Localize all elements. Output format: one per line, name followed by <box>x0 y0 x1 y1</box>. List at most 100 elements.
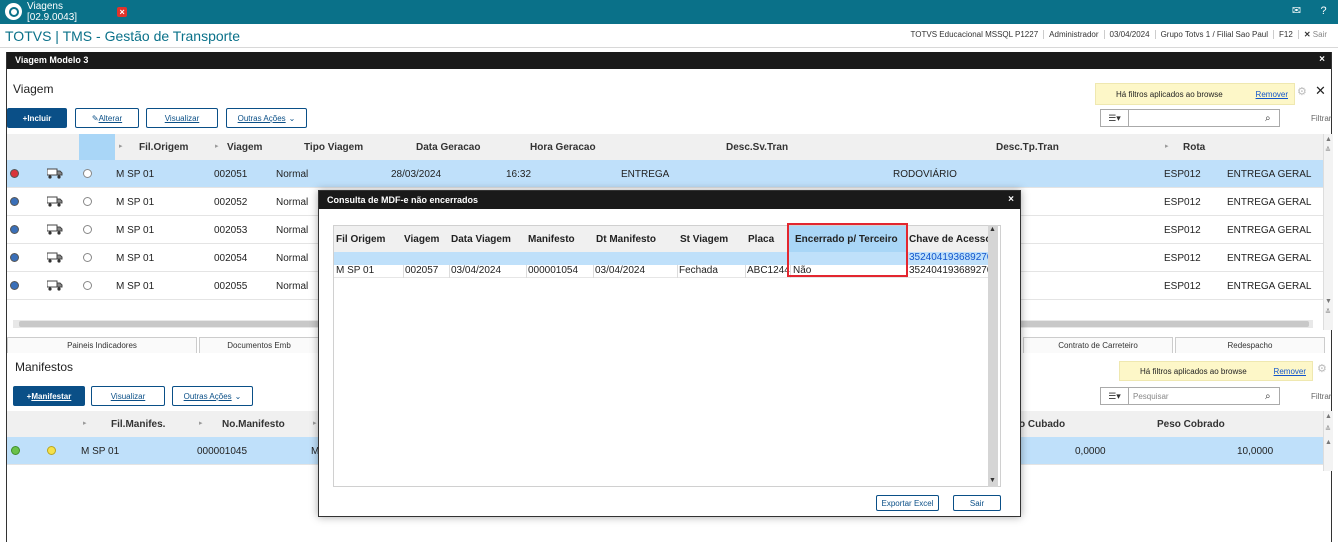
truck-icon <box>46 224 63 235</box>
col-fil-origem[interactable]: Fil.Origem <box>139 142 188 153</box>
sort-arrow-icon[interactable]: ▸ <box>215 142 219 150</box>
cell-rota-desc: ENTREGA GERAL <box>1227 225 1312 236</box>
col-placa[interactable]: Placa <box>748 234 774 245</box>
user-label[interactable]: Administrador <box>1043 30 1103 39</box>
status-legend-icon[interactable] <box>10 169 19 178</box>
alterar-button[interactable]: ✎ Alterar <box>75 108 139 128</box>
incluir-button[interactable]: + Incluir <box>7 108 67 128</box>
cell-peso-cobrado: 10,0000 <box>1237 446 1274 457</box>
col-peso-cubado[interactable]: o Cubado <box>1019 419 1065 430</box>
outras-acoes-label: Outras Ações <box>237 113 286 123</box>
tab-documentos-embarcados[interactable]: Documentos Emb <box>199 337 319 353</box>
col-viagem[interactable]: Viagem <box>227 142 262 153</box>
filtrar-label[interactable]: Filtrar <box>1311 114 1331 123</box>
table-row[interactable]: M SP 01 002051 Normal 28/03/2024 16:32 ENTREG… <box>7 160 1323 188</box>
remove-filter-link[interactable]: Remover <box>1274 367 1306 376</box>
close-section-icon[interactable]: ✕ <box>1315 83 1326 99</box>
remove-filter-link[interactable]: Remover <box>1256 90 1288 99</box>
manifestar-label: Manifestar <box>31 391 72 401</box>
sort-arrow-icon[interactable]: ▸ <box>199 419 203 427</box>
row-select-radio[interactable] <box>83 253 92 262</box>
row-select-radio[interactable] <box>83 281 92 290</box>
col-tipo-viagem[interactable]: Tipo Viagem <box>304 142 363 153</box>
status-legend-icon[interactable] <box>10 197 19 206</box>
manifestar-button[interactable]: + Manifestar <box>13 386 85 406</box>
row-select-radio[interactable] <box>83 197 92 206</box>
sort-arrow-icon[interactable]: ▸ <box>313 419 317 427</box>
sort-arrow-icon[interactable]: ▸ <box>119 142 123 150</box>
cell-fil-origem: M SP 01 <box>116 197 155 208</box>
status-legend-icon[interactable] <box>10 281 19 290</box>
col-hora-geracao[interactable]: Hora Geracao <box>530 142 596 153</box>
col-viagem[interactable]: Viagem <box>404 234 439 245</box>
col-dt-manifesto[interactable]: Dt Manifesto <box>596 234 656 245</box>
exportar-excel-button[interactable]: Exportar Excel <box>876 495 939 511</box>
search-icon[interactable]: ⌕ <box>1265 391 1279 402</box>
col-desc-sv-tran[interactable]: Desc.Sv.Tran <box>726 142 788 153</box>
col-rota[interactable]: Rota <box>1183 142 1205 153</box>
cell-hora-geracao: 16:32 <box>506 169 532 180</box>
select-all-column[interactable] <box>79 134 115 160</box>
col-data-geracao[interactable]: Data Geracao <box>416 142 480 153</box>
filtrar-label[interactable]: Filtrar <box>1311 392 1331 401</box>
pencil-icon: ✎ <box>91 113 99 123</box>
tab-redespacho[interactable]: Redespacho <box>1175 337 1325 353</box>
cell-tipo-viagem: Normal <box>276 281 309 292</box>
scroll-up-icon[interactable]: ▲ <box>989 226 996 233</box>
col-fil-manifes[interactable]: Fil.Manifes. <box>111 419 165 430</box>
cell-rota: ESP012 <box>1164 197 1201 208</box>
outras-acoes-button[interactable]: Outras Ações ⌄ <box>226 108 307 128</box>
manifestos-visualizar-button[interactable]: Visualizar <box>91 386 165 406</box>
manifestos-search-input[interactable]: Pesquisar <box>1129 392 1265 401</box>
col-data-viagem[interactable]: Data Viagem <box>451 234 511 245</box>
environment-label[interactable]: TOTVS Educacional MSSQL P1227 <box>906 30 1044 39</box>
tab-close-icon[interactable]: × <box>117 7 127 17</box>
date-label[interactable]: 03/04/2024 <box>1103 30 1155 39</box>
cell-viagem: 002057 <box>403 265 450 278</box>
sort-arrow-icon[interactable]: ▸ <box>1165 142 1169 150</box>
row-select-radio[interactable] <box>83 169 92 178</box>
row-select-radio[interactable] <box>83 225 92 234</box>
status-yellow-icon <box>47 446 56 455</box>
tab-viagens[interactable]: Viagens [02.9.0043] × <box>27 1 127 23</box>
manifestos-filter-notice: Há filtros aplicados ao browse Remover <box>1119 361 1313 381</box>
dialog-title-bar: Consulta de MDF-e não encerrados × <box>319 191 1020 209</box>
tab-contrato-carreteiro[interactable]: Contrato de Carreteiro <box>1023 337 1173 353</box>
col-st-viagem[interactable]: St Viagem <box>680 234 728 245</box>
col-chave-acesso[interactable]: Chave de Acesso <box>909 234 991 245</box>
search-icon[interactable]: ⌕ <box>1265 113 1279 124</box>
viagem-search-box[interactable]: ☰▾ ⌕ <box>1100 109 1280 127</box>
manifestos-outras-acoes-button[interactable]: Outras Ações ⌄ <box>172 386 253 406</box>
manifestos-search-box[interactable]: ☰▾ Pesquisar ⌕ <box>1100 387 1280 405</box>
sair-button[interactable]: Sair <box>953 495 1001 511</box>
col-desc-tp-tran[interactable]: Desc.Tp.Tran <box>996 142 1059 153</box>
scroll-down-icon[interactable]: ▼ <box>989 477 996 484</box>
status-legend-icon[interactable] <box>10 225 19 234</box>
status-legend-icon[interactable] <box>10 253 19 262</box>
sort-arrow-icon[interactable]: ▸ <box>83 419 87 427</box>
viagem-vertical-scrollbar[interactable]: ▲ ≙ ▼ ≚ <box>1323 134 1333 330</box>
exit-button[interactable]: ✕ Sair <box>1297 30 1332 39</box>
dialog-vertical-scrollbar[interactable]: ▲ ▼ <box>988 225 998 487</box>
cell-tipo-viagem: Normal <box>276 225 309 236</box>
dialog-title: Consulta de MDF-e não encerrados <box>327 195 479 205</box>
settings-icon[interactable]: ⚙ <box>1297 85 1307 98</box>
settings-icon[interactable]: ⚙ <box>1317 362 1327 375</box>
mail-icon[interactable]: ✉ <box>1290 5 1303 18</box>
help-icon[interactable]: ? <box>1317 5 1330 18</box>
col-no-manifesto[interactable]: No.Manifesto <box>222 419 285 430</box>
tab-paineis-indicadores[interactable]: Paineis Indicadores <box>7 337 197 353</box>
window-close-icon[interactable]: × <box>1319 54 1325 65</box>
column-selector-icon[interactable]: ☰▾ <box>1101 388 1129 404</box>
col-manifesto[interactable]: Manifesto <box>528 234 575 245</box>
cell-placa: ABC1244 <box>747 265 791 278</box>
column-selector-icon[interactable]: ☰▾ <box>1101 110 1129 126</box>
branch-label[interactable]: Grupo Totvs 1 / Filial Sao Paul <box>1154 30 1273 39</box>
cell-fil-origem: M SP 01 <box>116 281 155 292</box>
manifestos-vertical-scrollbar[interactable]: ▲ ≙ ▲ <box>1323 411 1333 471</box>
dialog-close-icon[interactable]: × <box>1008 194 1014 205</box>
f12-label[interactable]: F12 <box>1273 30 1298 39</box>
col-peso-cobrado[interactable]: Peso Cobrado <box>1157 419 1225 430</box>
col-fil-origem[interactable]: Fil Origem <box>336 234 385 245</box>
visualizar-button[interactable]: Visualizar <box>146 108 218 128</box>
